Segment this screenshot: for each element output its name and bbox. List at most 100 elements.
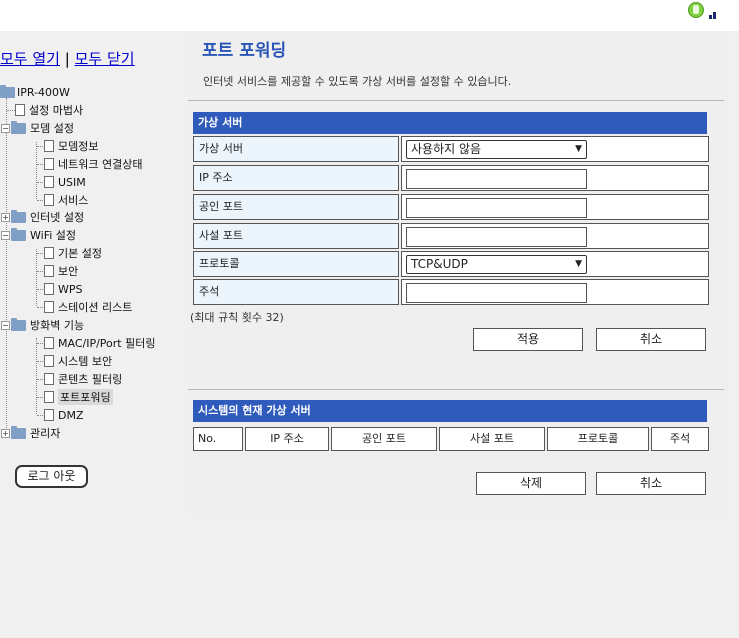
sidebar-item-service[interactable]: 서비스: [44, 192, 88, 208]
expand-toggle-icon[interactable]: +: [1, 212, 10, 222]
expand-collapse-links: 모두 열기 | 모두 닫기: [0, 48, 135, 69]
tree-root-label: IPR-400W: [17, 85, 70, 99]
current-virtual-servers-header: 시스템의 현재 가상 서버: [193, 400, 707, 422]
folder-icon: [11, 120, 26, 134]
page-icon: [44, 247, 54, 259]
delete-button[interactable]: 삭제: [476, 472, 586, 495]
sidebar-item-label: USIM: [58, 175, 86, 189]
ip-address-cell: [401, 165, 709, 191]
sidebar-item-label: 시스템 보안: [58, 355, 113, 368]
page-icon: [44, 391, 54, 403]
column-header-protocol: 프로토콜: [547, 427, 649, 451]
page-icon: [44, 158, 54, 170]
cancel-button[interactable]: 취소: [596, 328, 706, 351]
sidebar-item-basic-settings[interactable]: 기본 설정: [44, 245, 102, 261]
globe-icon: [688, 2, 704, 18]
sidebar-item-label: 포트포워딩: [58, 389, 113, 405]
divider: [188, 389, 724, 390]
column-header-private-port: 사설 포트: [439, 427, 545, 451]
page-icon: [44, 265, 54, 277]
public-port-input[interactable]: [406, 198, 587, 218]
sidebar-item-station-list[interactable]: 스테이션 리스트: [44, 299, 132, 315]
protocol-select[interactable]: TCP&UDP ▼: [406, 255, 587, 274]
virtual-server-header: 가상 서버: [193, 112, 707, 134]
sidebar-item-system-security[interactable]: 시스템 보안: [44, 353, 112, 369]
sidebar-item-content-filter[interactable]: 콘텐츠 필터링: [44, 371, 122, 387]
max-rules-note: (최대 규칙 횟수 32): [190, 311, 284, 324]
sidebar-item-label: WPS: [58, 282, 83, 296]
sidebar-item-network-status[interactable]: 네트워크 연결상태: [44, 156, 142, 172]
sidebar-item-dmz[interactable]: DMZ: [44, 407, 84, 423]
sidebar-item-label: 콘텐츠 필터링: [58, 373, 123, 386]
sidebar-item-wifi-settings[interactable]: − WiFi 설정: [1, 227, 76, 243]
sidebar-item-label: 기본 설정: [58, 247, 102, 260]
page-description: 인터넷 서비스를 제공할 수 있도록 가상 서버를 설정할 수 있습니다.: [203, 75, 512, 88]
collapse-toggle-icon[interactable]: −: [1, 320, 10, 330]
folder-icon: [11, 209, 26, 223]
sidebar-item-admin[interactable]: + 관리자: [1, 425, 60, 441]
collapse-toggle-icon[interactable]: −: [1, 123, 10, 133]
chevron-down-icon: ▼: [575, 144, 582, 154]
expand-all-link[interactable]: 모두 열기: [0, 50, 60, 68]
private-port-cell: [401, 223, 709, 249]
column-header-no: No.: [193, 427, 243, 451]
main-panel: 포트 포워딩 인터넷 서비스를 제공할 수 있도록 가상 서버를 설정할 수 있…: [188, 31, 728, 516]
sidebar-item-modem-settings[interactable]: − 모뎀 설정: [1, 120, 74, 136]
signal-bars-icon: [709, 9, 719, 19]
page-icon: [44, 176, 54, 188]
folder-icon: [11, 425, 26, 439]
sidebar: 모두 열기 | 모두 닫기 IPR-400W 설정 마법사 − 모뎀 설정 모뎀…: [0, 31, 178, 638]
sidebar-item-modem-info[interactable]: 모뎀정보: [44, 138, 98, 154]
sidebar-item-label: 방화벽 기능: [30, 319, 85, 332]
ip-address-label: IP 주소: [193, 165, 399, 191]
sidebar-item-setup-wizard[interactable]: 설정 마법사: [15, 102, 83, 118]
sidebar-item-label: 모뎀정보: [58, 140, 99, 153]
sidebar-item-label: 모뎀 설정: [30, 122, 74, 135]
comment-cell: [401, 279, 709, 305]
sidebar-item-usim[interactable]: USIM: [44, 174, 86, 190]
collapse-toggle-icon[interactable]: −: [1, 230, 10, 240]
sidebar-item-label: WiFi 설정: [30, 229, 77, 242]
ip-address-input[interactable]: [406, 169, 587, 189]
sidebar-item-label: 인터넷 설정: [30, 211, 85, 224]
link-separator: |: [64, 50, 70, 68]
page-icon: [44, 283, 54, 295]
protocol-select-value: TCP&UDP: [411, 257, 468, 271]
protocol-row: 프로토콜 TCP&UDP ▼: [193, 251, 709, 277]
page-icon: [15, 104, 25, 116]
folder-icon: [11, 317, 26, 331]
apply-button[interactable]: 적용: [473, 328, 583, 351]
collapse-all-link[interactable]: 모두 닫기: [75, 50, 135, 68]
page-icon: [44, 140, 54, 152]
comment-input[interactable]: [406, 283, 587, 303]
sidebar-item-security[interactable]: 보안: [44, 263, 78, 279]
page-icon: [44, 194, 54, 206]
page-icon: [44, 409, 54, 421]
sidebar-item-firewall[interactable]: − 방화벽 기능: [1, 317, 84, 333]
sidebar-item-internet-settings[interactable]: + 인터넷 설정: [1, 209, 84, 225]
virtual-server-row: 가상 서버 사용하지 않음 ▼: [193, 136, 709, 162]
virtual-server-label: 가상 서버: [193, 136, 399, 162]
tree-root[interactable]: IPR-400W: [0, 84, 70, 100]
top-bar: [0, 0, 739, 31]
page-icon: [44, 337, 54, 349]
column-header-comment: 주석: [651, 427, 709, 451]
sidebar-item-label: 스테이션 리스트: [58, 301, 133, 314]
sidebar-item-label: MAC/IP/Port 필터링: [58, 337, 156, 350]
protocol-label: 프로토콜: [193, 251, 399, 277]
logout-button[interactable]: 로그 아웃: [15, 465, 88, 488]
sidebar-item-label: 네트워크 연결상태: [58, 158, 143, 171]
expand-toggle-icon[interactable]: +: [1, 428, 10, 438]
virtual-server-select[interactable]: 사용하지 않음 ▼: [406, 140, 587, 159]
comment-row: 주석: [193, 279, 709, 305]
sidebar-item-label: 관리자: [30, 427, 61, 440]
sidebar-item-wps[interactable]: WPS: [44, 281, 83, 297]
private-port-input[interactable]: [406, 227, 587, 247]
folder-icon: [0, 84, 15, 98]
chevron-down-icon: ▼: [575, 259, 582, 269]
sidebar-item-port-forwarding[interactable]: 포트포워딩: [44, 389, 113, 405]
column-header-public-port: 공인 포트: [331, 427, 437, 451]
sidebar-item-mac-ip-port-filter[interactable]: MAC/IP/Port 필터링: [44, 335, 155, 351]
folder-icon: [11, 227, 26, 241]
cancel-delete-button[interactable]: 취소: [596, 472, 706, 495]
